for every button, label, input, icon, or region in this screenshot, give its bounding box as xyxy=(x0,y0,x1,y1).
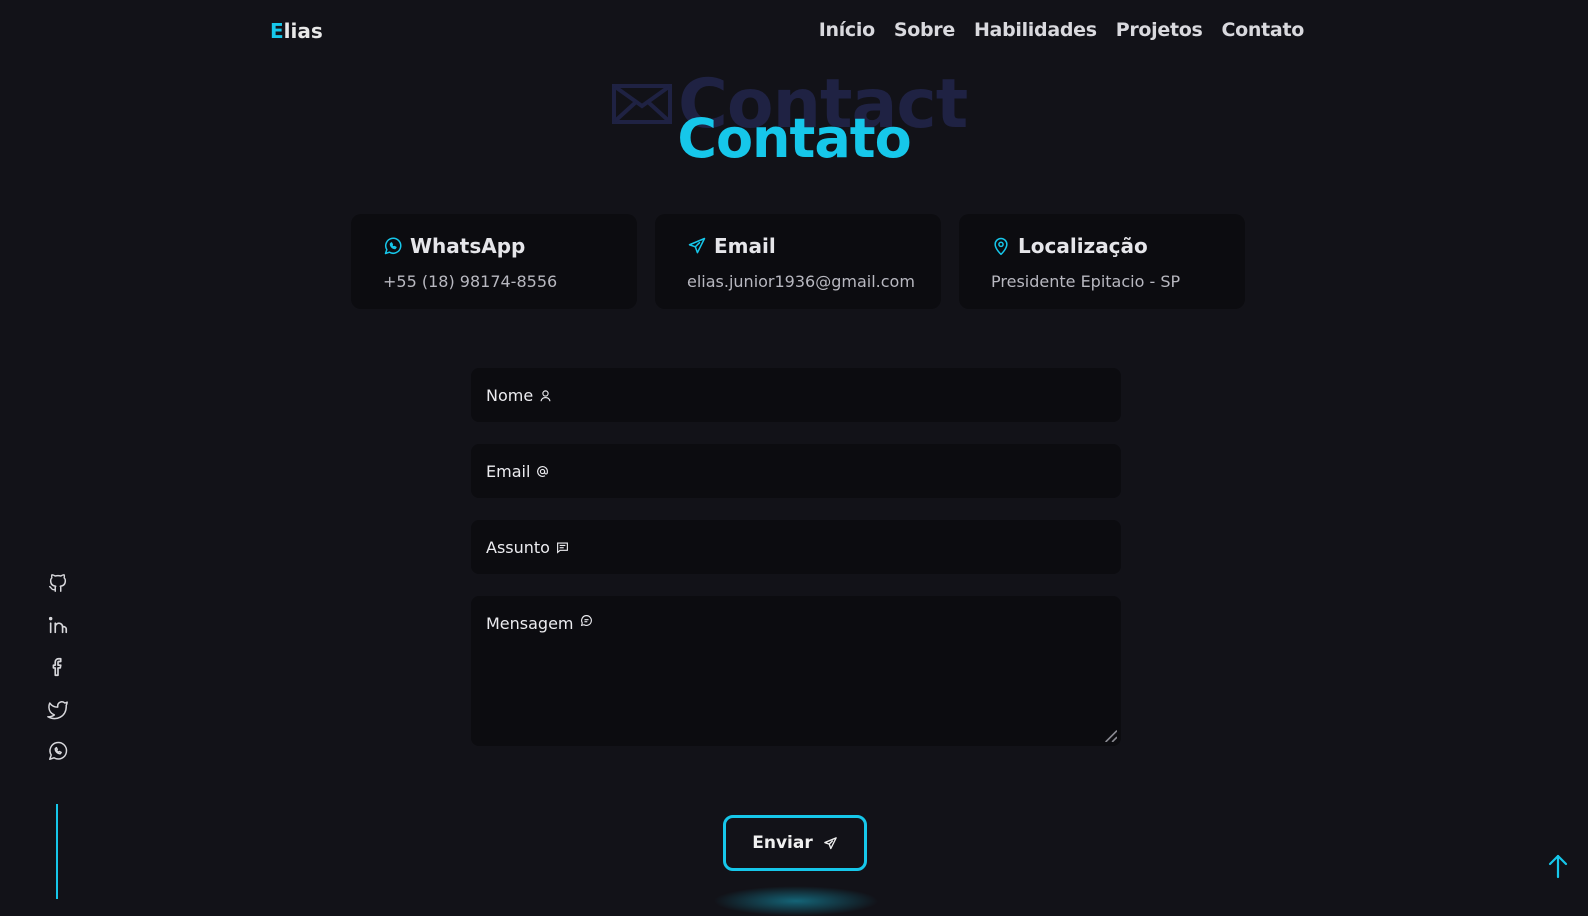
nav-item-projetos[interactable]: Projetos xyxy=(1116,19,1203,41)
map-pin-icon xyxy=(994,237,1008,256)
nav-item-contato[interactable]: Contato xyxy=(1222,19,1305,41)
card-title: Localização xyxy=(1018,234,1148,258)
main-nav: Início Sobre Habilidades Projetos Contat… xyxy=(819,19,1305,41)
email-label: Email xyxy=(486,461,531,481)
logo-initial: E xyxy=(270,19,284,43)
chat-bubble-icon xyxy=(580,615,592,627)
resize-handle-icon[interactable] xyxy=(1104,729,1117,742)
nav-item-inicio[interactable]: Início xyxy=(819,19,875,41)
name-label: Nome xyxy=(486,385,534,405)
contact-cards: WhatsApp +55 (18) 98174-8556 Email elias… xyxy=(351,214,1245,309)
arrow-up-icon[interactable] xyxy=(1546,853,1570,879)
social-links xyxy=(47,572,71,762)
name-input[interactable]: Nome xyxy=(471,368,1121,422)
paper-plane-icon xyxy=(823,836,837,849)
facebook-link[interactable] xyxy=(47,656,71,678)
paper-plane-icon xyxy=(688,237,706,254)
email-card: Email elias.junior1936@gmail.com xyxy=(655,214,941,309)
linkedin-link[interactable] xyxy=(47,614,71,636)
location-card: Localização Presidente Epitacio - SP xyxy=(959,214,1245,309)
social-divider-line xyxy=(56,804,58,899)
twitter-link[interactable] xyxy=(47,698,71,720)
button-glow xyxy=(713,886,879,916)
nav-item-habilidades[interactable]: Habilidades xyxy=(974,19,1097,41)
github-icon xyxy=(49,574,67,592)
card-text: Presidente Epitacio - SP xyxy=(991,272,1181,291)
logo-rest: lias xyxy=(283,19,323,43)
subject-input[interactable]: Assunto xyxy=(471,520,1121,574)
card-title: Email xyxy=(714,234,776,258)
message-square-icon xyxy=(557,541,568,554)
logo[interactable]: Elias xyxy=(270,19,323,43)
whatsapp-card: WhatsApp +55 (18) 98174-8556 xyxy=(351,214,637,309)
section-title: Contato xyxy=(677,107,911,170)
message-label: Mensagem xyxy=(486,614,574,633)
card-text: +55 (18) 98174-8556 xyxy=(383,272,558,291)
twitter-icon xyxy=(47,701,68,720)
whatsapp-icon xyxy=(49,741,68,760)
card-title: WhatsApp xyxy=(410,234,526,258)
card-text: elias.junior1936@gmail.com xyxy=(687,272,915,291)
user-icon xyxy=(540,389,551,401)
subject-label: Assunto xyxy=(486,537,550,557)
at-icon xyxy=(537,465,549,477)
email-input[interactable]: Email xyxy=(471,444,1121,498)
submit-button[interactable]: Enviar xyxy=(723,815,867,871)
message-textarea[interactable]: Mensagem xyxy=(471,596,1121,746)
facebook-icon xyxy=(52,657,62,677)
nav-item-sobre[interactable]: Sobre xyxy=(894,19,955,41)
whatsapp-icon xyxy=(384,237,402,255)
whatsapp-link[interactable] xyxy=(47,740,71,762)
github-link[interactable] xyxy=(47,572,71,594)
submit-label: Enviar xyxy=(752,833,813,853)
linkedin-icon xyxy=(48,616,68,634)
